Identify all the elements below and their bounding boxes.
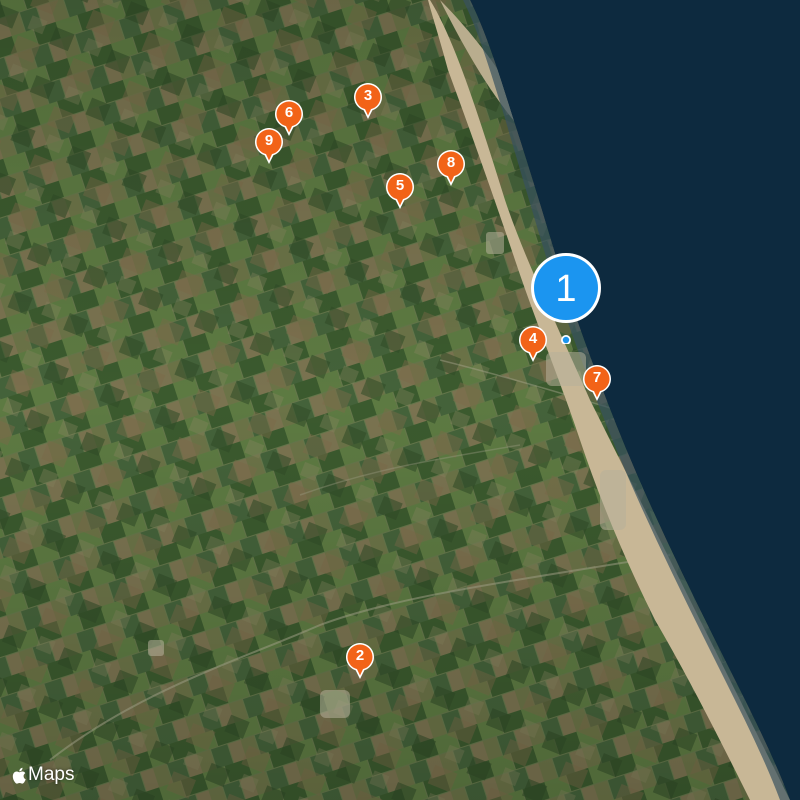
- map-pin-label: 8: [446, 154, 456, 171]
- satellite-terrain: [0, 0, 800, 800]
- map-pin-label: 4: [528, 330, 538, 347]
- map-pin-label: 6: [284, 104, 294, 121]
- map-pin-7[interactable]: 7: [582, 364, 612, 404]
- map-pin-4[interactable]: 4: [518, 325, 548, 365]
- map-pin-9[interactable]: 9: [254, 127, 284, 167]
- map-pin-3[interactable]: 3: [353, 82, 383, 122]
- map-pin-label: 2: [355, 647, 365, 664]
- map-pin-label: 1: [555, 268, 577, 310]
- map-view[interactable]: 1 2 3 4 5 6 7 8 9 Maps: [0, 0, 800, 800]
- map-pin-2[interactable]: 2: [345, 642, 375, 682]
- map-pin-label: 3: [363, 87, 373, 104]
- apple-logo-icon: [12, 767, 26, 784]
- map-pin-5[interactable]: 5: [385, 172, 415, 212]
- map-pin-label: 9: [264, 132, 274, 149]
- map-pin-label: 7: [592, 369, 602, 386]
- map-pin-8[interactable]: 8: [436, 149, 466, 189]
- maps-attribution[interactable]: Maps: [12, 764, 74, 786]
- attribution-text: Maps: [28, 764, 75, 785]
- map-pin-label: 5: [395, 177, 405, 194]
